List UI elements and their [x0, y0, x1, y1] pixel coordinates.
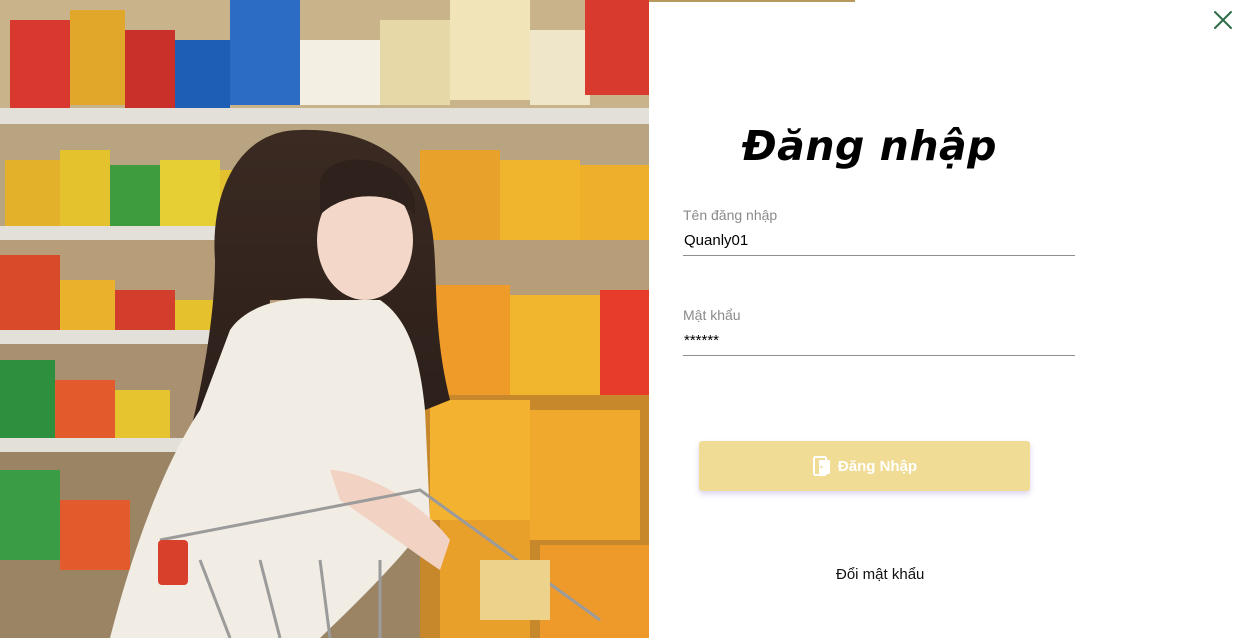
username-field: Tên đăng nhập: [683, 207, 1075, 256]
store-photo: [0, 0, 649, 638]
close-icon[interactable]: [1212, 9, 1234, 31]
password-field: Mật khẩu: [683, 307, 1075, 356]
login-button-label: Đăng Nhập: [837, 457, 918, 475]
login-window: Đăng nhập Tên đăng nhập Mật khẩu Đăng Nh…: [0, 0, 1235, 638]
password-underline: [683, 355, 1075, 356]
login-door-icon: [812, 455, 832, 477]
username-label: Tên đăng nhập: [683, 207, 778, 223]
password-input[interactable]: [683, 329, 1075, 351]
close-button[interactable]: [1212, 9, 1234, 31]
change-password-link[interactable]: Đổi mật khẩu: [836, 566, 924, 583]
username-underline: [683, 255, 1075, 256]
top-accent-strip: [649, 0, 855, 2]
username-input[interactable]: [683, 229, 1075, 251]
login-button[interactable]: Đăng Nhập: [699, 441, 1030, 491]
password-label: Mật khẩu: [683, 307, 741, 323]
page-title: Đăng nhập: [742, 122, 998, 170]
